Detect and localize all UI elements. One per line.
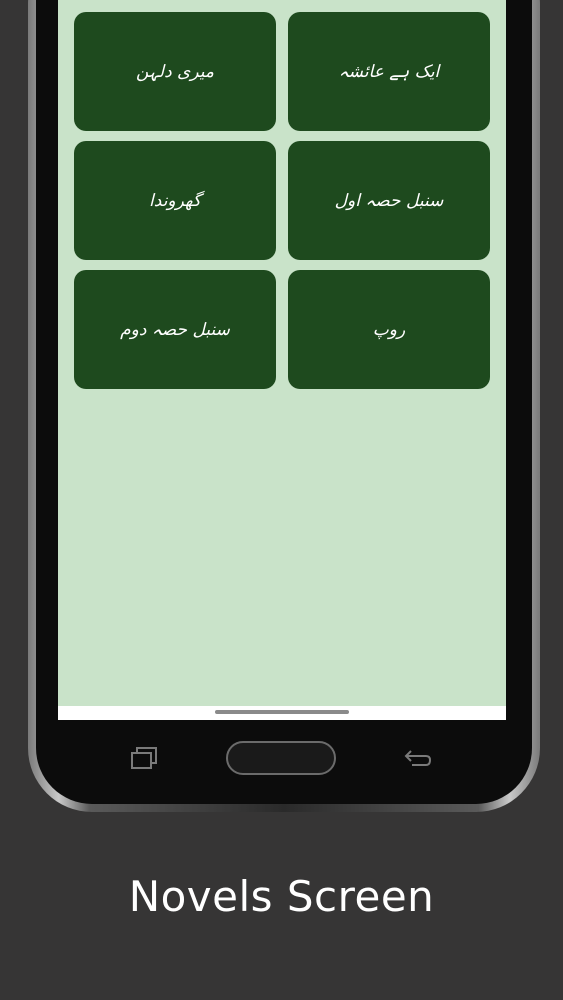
novel-card[interactable]: میری دلہن bbox=[74, 12, 276, 131]
novels-grid: میری دلہن ایک ہے عائشہ گھروندا سنبل حصہ … bbox=[74, 12, 490, 389]
novel-card[interactable]: روپ bbox=[288, 270, 490, 389]
novel-title: سنبل حصہ اول bbox=[334, 191, 444, 211]
system-navigation-bar bbox=[0, 738, 563, 788]
recent-apps-icon[interactable] bbox=[129, 746, 159, 770]
novel-card[interactable]: سنبل حصہ اول bbox=[288, 141, 490, 260]
novel-title: سنبل حصہ دوم bbox=[120, 320, 230, 340]
novel-title: روپ bbox=[372, 319, 406, 340]
screen-caption: Novels Screen bbox=[128, 872, 435, 921]
gesture-handle[interactable] bbox=[215, 710, 349, 714]
novel-title: میری دلہن bbox=[136, 62, 214, 82]
home-button[interactable] bbox=[226, 741, 336, 775]
novel-card[interactable]: ایک ہے عائشہ bbox=[288, 12, 490, 131]
novel-card[interactable]: سنبل حصہ دوم bbox=[74, 270, 276, 389]
novel-title: ایک ہے عائشہ bbox=[338, 62, 440, 82]
gesture-bar bbox=[58, 706, 506, 720]
back-icon[interactable] bbox=[402, 747, 434, 769]
novel-card[interactable]: گھروندا bbox=[74, 141, 276, 260]
novel-title: گھروندا bbox=[149, 190, 201, 211]
novels-screen: میری دلہن ایک ہے عائشہ گھروندا سنبل حصہ … bbox=[58, 0, 506, 706]
